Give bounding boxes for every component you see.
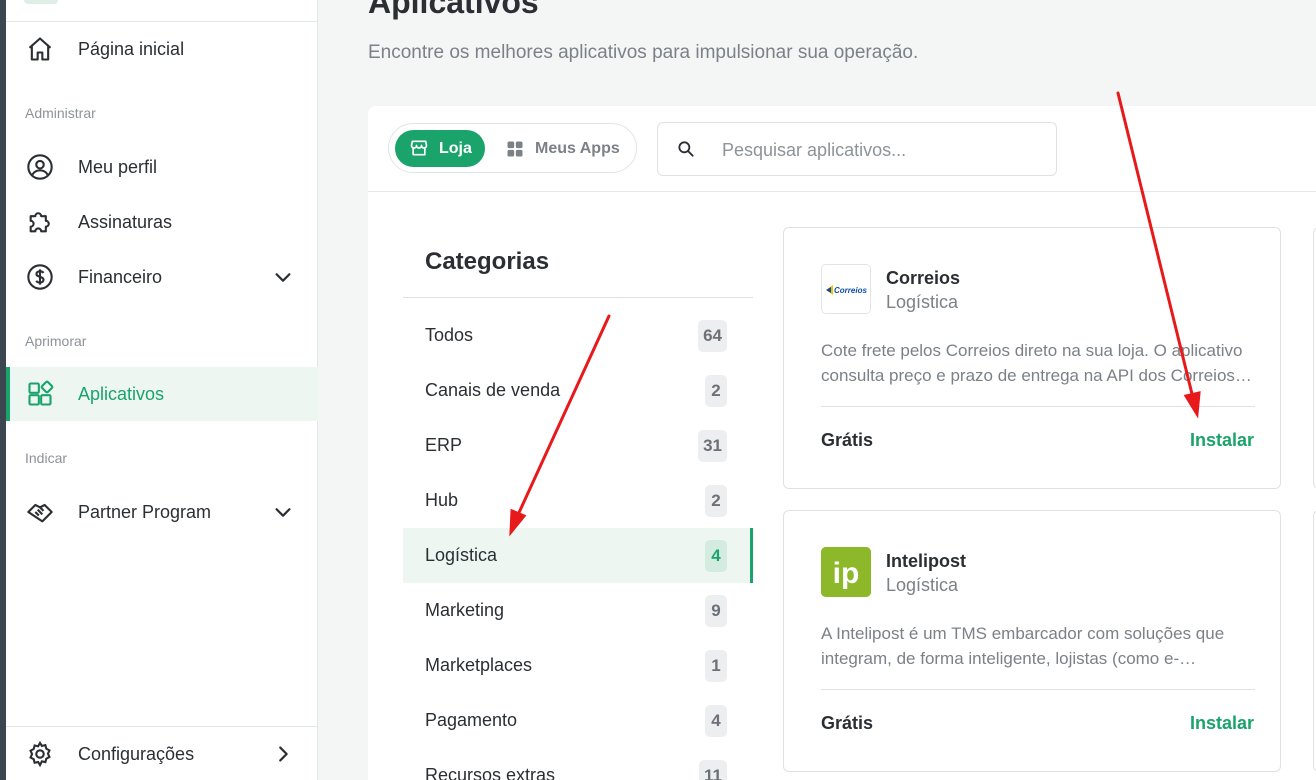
category-item-hub[interactable]: Hub 2 [403, 473, 753, 528]
category-item-erp[interactable]: ERP 31 [403, 418, 753, 473]
section-label-aprimorar: Aprimorar [25, 333, 87, 349]
chevron-down-icon[interactable] [272, 266, 294, 288]
category-item-logistica[interactable]: Logística 4 [403, 528, 753, 583]
card-divider [821, 406, 1255, 407]
handshake-icon [27, 503, 53, 523]
install-button[interactable]: Instalar [1190, 430, 1254, 451]
category-count-badge: 11 [699, 760, 727, 780]
section-label-indicar: Indicar [25, 450, 68, 466]
view-switcher: Loja Meus Apps [388, 123, 637, 173]
category-name: Logística [425, 545, 498, 565]
sidebar-item-financial[interactable]: Financeiro [6, 250, 318, 304]
search-input[interactable] [722, 135, 1042, 165]
category-count-badge: 1 [705, 650, 727, 682]
category-name: Hub [425, 490, 459, 510]
app-name: Correios [886, 268, 961, 288]
chevron-right-icon[interactable] [272, 743, 294, 765]
tab-label: Loja [439, 139, 472, 157]
category-name: Marketplaces [425, 655, 533, 675]
sidebar-item-label: Partner Program [78, 501, 212, 522]
category-count-badge: 2 [705, 375, 727, 407]
sidebar-item-profile[interactable]: Meu perfil [6, 140, 318, 194]
intelipost-logo-text: ip [833, 557, 860, 590]
sidebar-item-label: Aplicativos [78, 383, 165, 404]
app-name: Intelipost [886, 551, 966, 571]
category-item-pagamento[interactable]: Pagamento 4 [403, 693, 753, 748]
tab-loja[interactable]: Loja [395, 130, 485, 167]
user-circle-icon [27, 154, 53, 180]
app-description: A Intelipost é um TMS embarcador com sol… [821, 624, 1225, 668]
card-divider [821, 689, 1255, 690]
app-category: Logística [886, 292, 959, 312]
install-button[interactable]: Instalar [1190, 713, 1254, 734]
app-card-intelipost[interactable]: ip Intelipost Logística A Intelipost é u… [783, 510, 1281, 772]
search-icon [678, 141, 694, 157]
categories-title: Categorias [425, 248, 550, 275]
tab-label: Meus Apps [535, 139, 620, 157]
category-count-badge: 2 [705, 485, 727, 517]
category-item-marketplaces[interactable]: Marketplaces 1 [403, 638, 753, 693]
section-label-administrar: Administrar [25, 105, 96, 121]
sidebar-item-label: Meu perfil [78, 156, 158, 177]
sidebar-item-label: Configurações [78, 743, 195, 764]
app-price: Grátis [821, 713, 874, 733]
categories-divider [403, 297, 753, 298]
sidebar: Página inicial Administrar Meu perfil As… [6, 0, 318, 780]
category-name: Marketing [425, 600, 505, 620]
app-logo-correios: Correios [821, 264, 871, 314]
category-count-badge: 31 [698, 430, 727, 462]
dollar-circle-icon [27, 264, 53, 290]
category-item-canais-de-venda[interactable]: Canais de venda 2 [403, 363, 753, 418]
home-icon [28, 37, 52, 61]
category-name: Todos [425, 325, 474, 345]
tab-meus-apps[interactable]: Meus Apps [497, 130, 627, 167]
category-item-marketing[interactable]: Marketing 9 [403, 583, 753, 638]
page-title: Aplicativos [368, 0, 539, 20]
category-count-badge: 64 [698, 320, 727, 352]
store-icon [410, 140, 428, 156]
sidebar-item-settings[interactable]: Configurações [6, 727, 318, 780]
page-subtitle: Encontre os melhores aplicativos para im… [368, 42, 919, 63]
toolbar-divider [368, 191, 1316, 192]
chevron-down-icon[interactable] [272, 501, 294, 523]
sidebar-item-apps[interactable]: Aplicativos [6, 367, 318, 421]
category-item-recursos-extras[interactable]: Recursos extras 11 [403, 748, 753, 780]
category-item-todos[interactable]: Todos 64 [403, 308, 753, 363]
app-price: Grátis [821, 430, 874, 450]
app-card-correios[interactable]: Correios Correios Logística Cote frete p… [783, 227, 1281, 489]
correios-logo-text: Correios [834, 286, 867, 295]
category-count-badge: 4 [705, 540, 727, 572]
sidebar-item-label: Página inicial [78, 38, 185, 59]
apps-grid-icon [28, 380, 54, 406]
apps-panel: Loja Meus Apps Categorias Todos 64 Canai… [368, 106, 1316, 780]
app-logo-intelipost: ip [821, 547, 871, 597]
app-description: Cote frete pelos Correios direto na sua … [821, 341, 1252, 385]
sidebar-item-label: Assinaturas [78, 211, 173, 232]
grid-icon [507, 141, 523, 157]
brand-logo [24, 0, 58, 4]
category-count-badge: 4 [705, 705, 727, 737]
sidebar-item-partner-program[interactable]: Partner Program [6, 485, 318, 539]
puzzle-icon [29, 212, 50, 233]
sidebar-item-home[interactable]: Página inicial [6, 22, 318, 76]
app-category: Logística [886, 575, 959, 595]
category-count-badge: 9 [705, 595, 727, 627]
category-name: Pagamento [425, 710, 518, 730]
category-name: Canais de venda [425, 380, 561, 400]
gear-icon [29, 740, 51, 768]
search-box [657, 122, 1057, 176]
category-name: ERP [425, 435, 463, 455]
sidebar-item-subscriptions[interactable]: Assinaturas [6, 195, 318, 249]
category-name: Recursos extras [425, 765, 556, 780]
sidebar-item-label: Financeiro [78, 266, 163, 287]
